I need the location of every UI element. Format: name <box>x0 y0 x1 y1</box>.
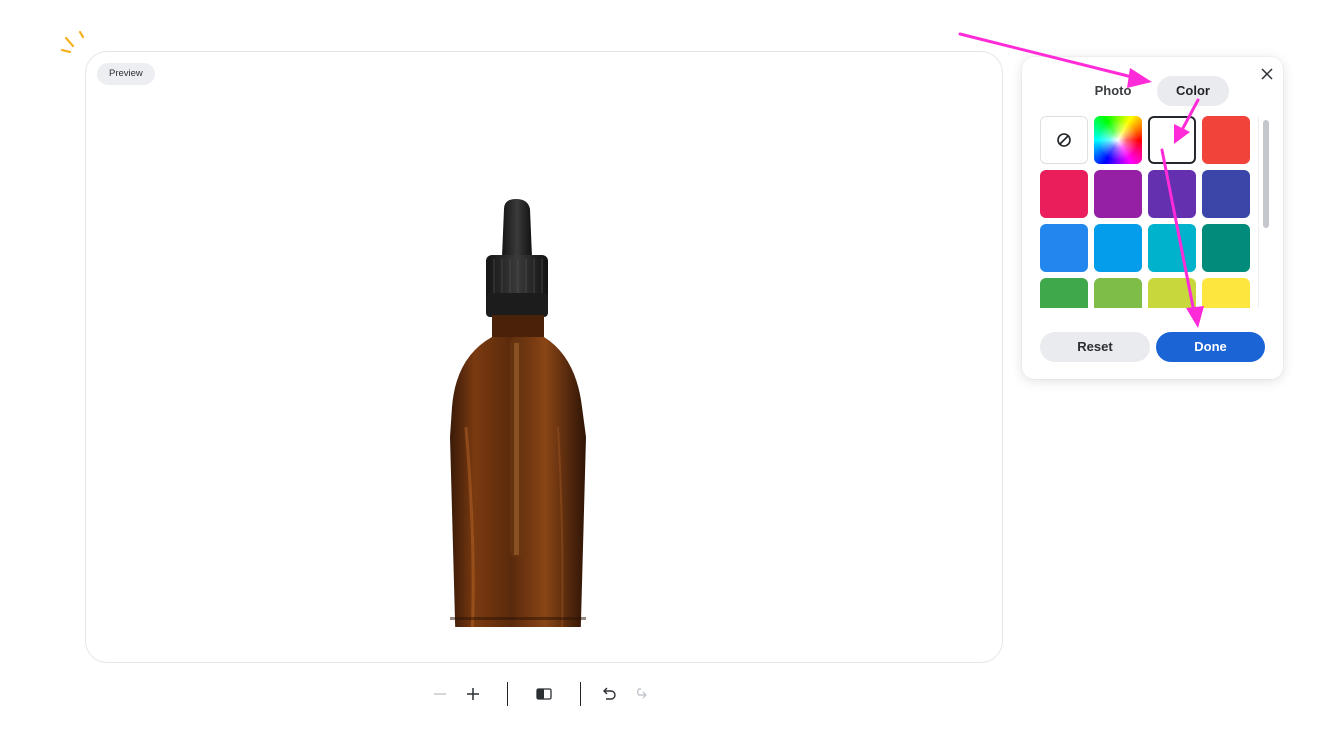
toolbar-divider <box>580 682 581 706</box>
tab-photo[interactable]: Photo <box>1084 76 1142 106</box>
scrollbar-thumb[interactable] <box>1263 120 1269 228</box>
swatch-scrollbar[interactable] <box>1258 116 1272 308</box>
swatch-custom-color[interactable] <box>1094 116 1142 164</box>
reset-button[interactable]: Reset <box>1040 332 1150 362</box>
swatch-yellow[interactable] <box>1202 278 1250 308</box>
redo-icon <box>637 688 647 699</box>
swatch-purple[interactable] <box>1094 170 1142 218</box>
zoom-out-icon <box>434 693 446 695</box>
swatch-light-green[interactable] <box>1094 278 1142 308</box>
color-swatch-grid <box>1040 116 1252 308</box>
swatch-lime[interactable] <box>1148 278 1196 308</box>
undo-icon <box>603 687 616 700</box>
compare-button[interactable] <box>529 679 559 709</box>
swatch-none[interactable] <box>1040 116 1088 164</box>
preview-canvas: Preview <box>85 51 1003 663</box>
swatch-cyan[interactable] <box>1148 224 1196 272</box>
preview-badge: Preview <box>97 63 155 85</box>
swatch-pink[interactable] <box>1040 170 1088 218</box>
swatch-light-blue[interactable] <box>1094 224 1142 272</box>
zoom-in-button[interactable] <box>458 679 488 709</box>
compare-icon <box>536 688 552 700</box>
swatch-blue[interactable] <box>1040 224 1088 272</box>
bottom-toolbar <box>425 679 665 709</box>
swatch-teal[interactable] <box>1202 224 1250 272</box>
toolbar-divider <box>507 682 508 706</box>
close-button[interactable] <box>1258 65 1276 83</box>
zoom-out-button[interactable] <box>425 679 455 709</box>
swatch-red[interactable] <box>1202 116 1250 164</box>
no-color-icon <box>1057 133 1071 147</box>
swatch-white[interactable] <box>1148 116 1196 164</box>
swatch-green[interactable] <box>1040 278 1088 308</box>
done-button[interactable]: Done <box>1156 332 1265 362</box>
background-panel: Photo Color Reset Done <box>1022 57 1283 379</box>
undo-button[interactable] <box>594 679 624 709</box>
close-icon <box>1261 68 1273 80</box>
tab-color[interactable]: Color <box>1157 76 1229 106</box>
redo-button[interactable] <box>626 679 656 709</box>
product-image <box>450 199 586 627</box>
swatch-deep-purple[interactable] <box>1148 170 1196 218</box>
sparkle-icon <box>60 30 85 54</box>
swatch-indigo[interactable] <box>1202 170 1250 218</box>
zoom-in-icon <box>467 688 479 700</box>
